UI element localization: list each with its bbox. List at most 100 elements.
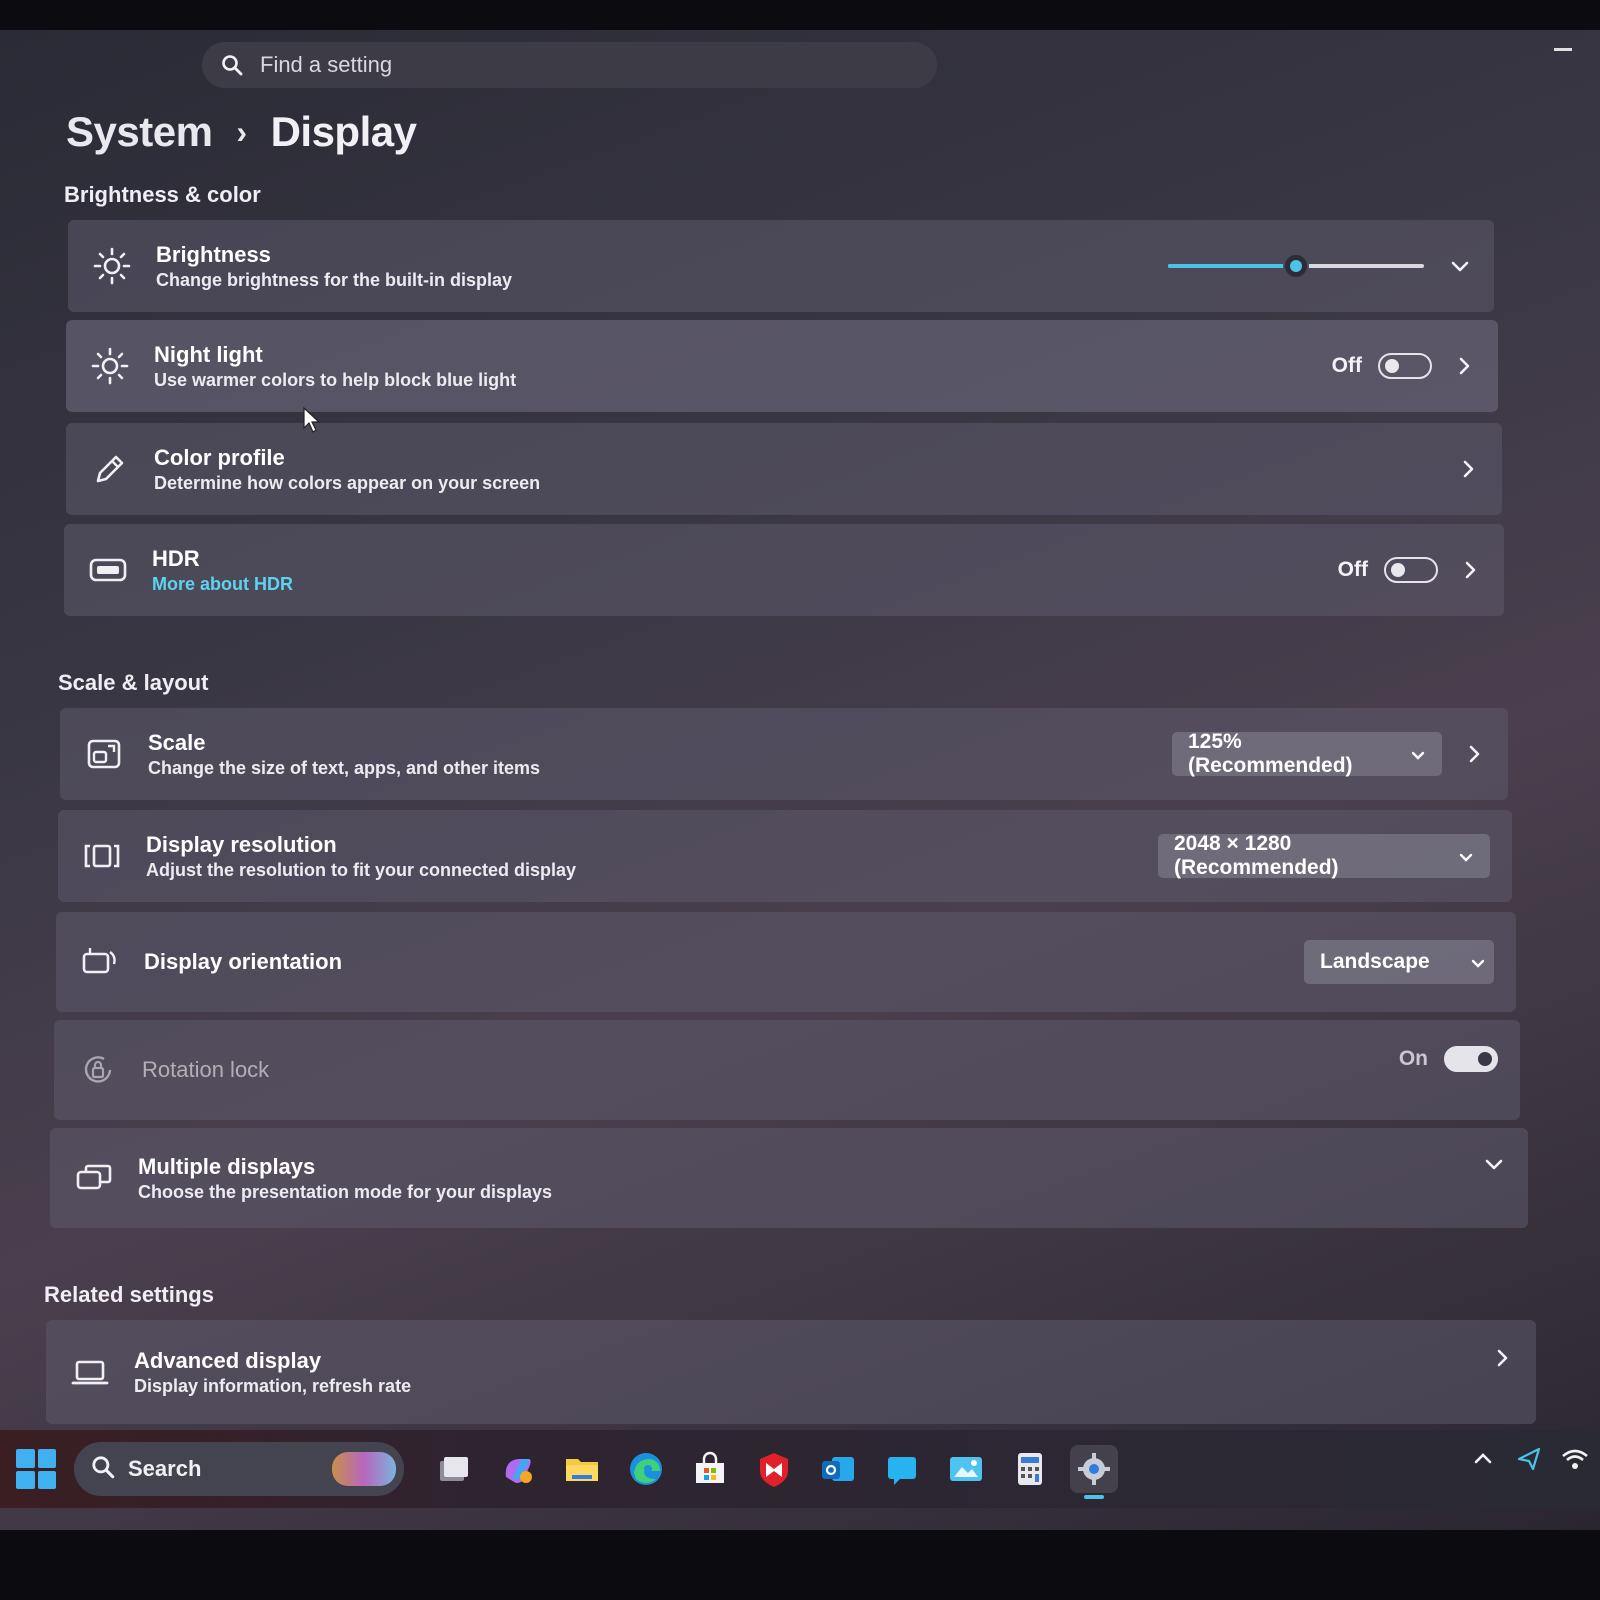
photos-icon[interactable] [942,1445,990,1493]
section-related-settings: Related settings [44,1282,214,1307]
scale-value: 125% (Recommended) [1188,730,1353,777]
hdr-toggle[interactable] [1384,557,1438,583]
pen-icon [88,447,132,491]
search-highlight-icon [332,1452,396,1486]
search-icon [90,1454,116,1485]
chevron-up-icon[interactable] [1468,1444,1498,1474]
start-button[interactable] [16,1449,56,1489]
night-light-subtitle: Use warmer colors to help block blue lig… [154,369,517,390]
brightness-card[interactable]: Brightness Change brightness for the bui… [68,220,1494,312]
search-input[interactable] [258,51,862,79]
chevron-down-icon[interactable] [1448,254,1472,278]
chevron-down-icon[interactable] [1482,1152,1506,1176]
brightness-slider[interactable] [1168,253,1424,279]
breadcrumb: System › Display [66,108,417,156]
scale-card[interactable]: Scale Change the size of text, apps, and… [60,708,1508,800]
breadcrumb-separator: › [236,113,247,150]
mcafee-icon[interactable] [750,1445,798,1493]
night-light-toggle[interactable] [1378,353,1432,379]
night-light-icon [88,344,132,388]
file-explorer-icon[interactable] [558,1445,606,1493]
orientation-dropdown[interactable]: Landscape [1304,940,1494,984]
chevron-right-icon[interactable] [1458,558,1482,582]
advanced-display-card[interactable]: Advanced display Display information, re… [46,1320,1536,1424]
task-view-icon[interactable] [430,1445,478,1493]
multiple-displays-card[interactable]: Multiple displays Choose the presentatio… [50,1128,1528,1228]
color-profile-card[interactable]: Color profile Determine how colors appea… [66,423,1502,515]
night-light-card[interactable]: Night light Use warmer colors to help bl… [66,320,1498,412]
resolution-value: 2048 × 1280 (Recommended) [1174,832,1339,879]
display-resolution-title: Display resolution [146,831,337,857]
rotation-lock-icon [76,1048,120,1092]
scale-icon [82,732,126,776]
brightness-subtitle: Change brightness for the built-in displ… [156,269,513,290]
send-icon[interactable] [1514,1444,1544,1474]
section-scale-layout: Scale & layout [58,670,209,695]
chevron-right-icon[interactable] [1452,354,1476,378]
hdr-state: Off [1337,558,1368,581]
breadcrumb-system[interactable]: System [66,108,213,156]
rotation-lock-title: Rotation lock [142,1057,270,1082]
rotation-lock-toggle[interactable] [1444,1046,1498,1072]
wifi-icon[interactable] [1560,1444,1590,1474]
hdr-icon [86,548,130,592]
edge-icon[interactable] [622,1445,670,1493]
settings-window: System › Display Brightness & color Brig… [0,30,1600,1530]
multiple-displays-title: Multiple displays [138,1153,316,1179]
brightness-icon [90,244,134,288]
settings-icon[interactable] [1070,1445,1118,1499]
taskbar-search-label: Search [128,1456,202,1481]
chevron-down-icon [1458,848,1474,864]
scale-title: Scale [148,729,206,755]
rotation-lock-state: On [1398,1047,1428,1070]
calculator-icon[interactable] [1006,1445,1054,1493]
section-brightness-color: Brightness & color [64,182,261,207]
taskbar-search[interactable]: Search [74,1442,404,1496]
chevron-right-icon[interactable] [1462,742,1486,766]
night-light-title: Night light [154,341,263,367]
chevron-right-icon[interactable] [1490,1346,1514,1370]
rotation-lock-card[interactable]: Rotation lock On [54,1020,1520,1120]
display-orientation-title: Display orientation [144,949,343,974]
color-profile-title: Color profile [154,444,285,470]
night-light-state: Off [1331,354,1362,377]
advanced-display-subtitle: Display information, refresh rate [134,1375,412,1396]
microsoft-store-icon[interactable] [686,1445,734,1493]
chat-icon[interactable] [878,1445,926,1493]
color-profile-subtitle: Determine how colors appear on your scre… [154,472,541,493]
minimize-button[interactable] [1554,48,1572,51]
orientation-icon [78,940,122,984]
display-orientation-card[interactable]: Display orientation Landscape [56,912,1516,1012]
orientation-value: Landscape [1320,950,1430,973]
hdr-card[interactable]: HDR More about HDR Off [64,524,1504,616]
settings-search[interactable] [202,42,937,88]
slider-fill [1168,264,1296,268]
taskbar-apps [422,1445,1126,1499]
page-title: Display [270,108,417,155]
display-resolution-card[interactable]: Display resolution Adjust the resolution… [58,810,1512,902]
chevron-right-icon[interactable] [1456,457,1480,481]
toggle-knob [1478,1052,1492,1066]
toggle-knob [1385,359,1399,373]
search-icon [220,53,244,77]
hdr-title: HDR [152,545,200,571]
system-tray [1452,1444,1590,1474]
advanced-display-title: Advanced display [134,1347,322,1373]
toggle-knob [1391,563,1405,577]
outlook-icon[interactable] [814,1445,862,1493]
taskbar: Search [0,1430,1600,1508]
laptop-icon [68,1350,112,1394]
multiple-displays-subtitle: Choose the presentation mode for your di… [138,1181,553,1202]
chevron-down-icon [1410,746,1426,762]
mouse-cursor-icon [302,406,322,439]
copilot-icon[interactable] [494,1445,542,1493]
display-resolution-subtitle: Adjust the resolution to fit your connec… [146,859,577,880]
chevron-down-icon [1470,954,1486,970]
scale-dropdown[interactable]: 125% (Recommended) [1172,730,1442,777]
multiple-displays-icon [72,1156,116,1200]
scale-subtitle: Change the size of text, apps, and other… [148,757,541,778]
resolution-icon [80,834,124,878]
resolution-dropdown[interactable]: 2048 × 1280 (Recommended) [1158,832,1490,879]
more-about-hdr-link[interactable]: More about HDR [152,574,1338,595]
slider-thumb[interactable] [1283,253,1309,279]
